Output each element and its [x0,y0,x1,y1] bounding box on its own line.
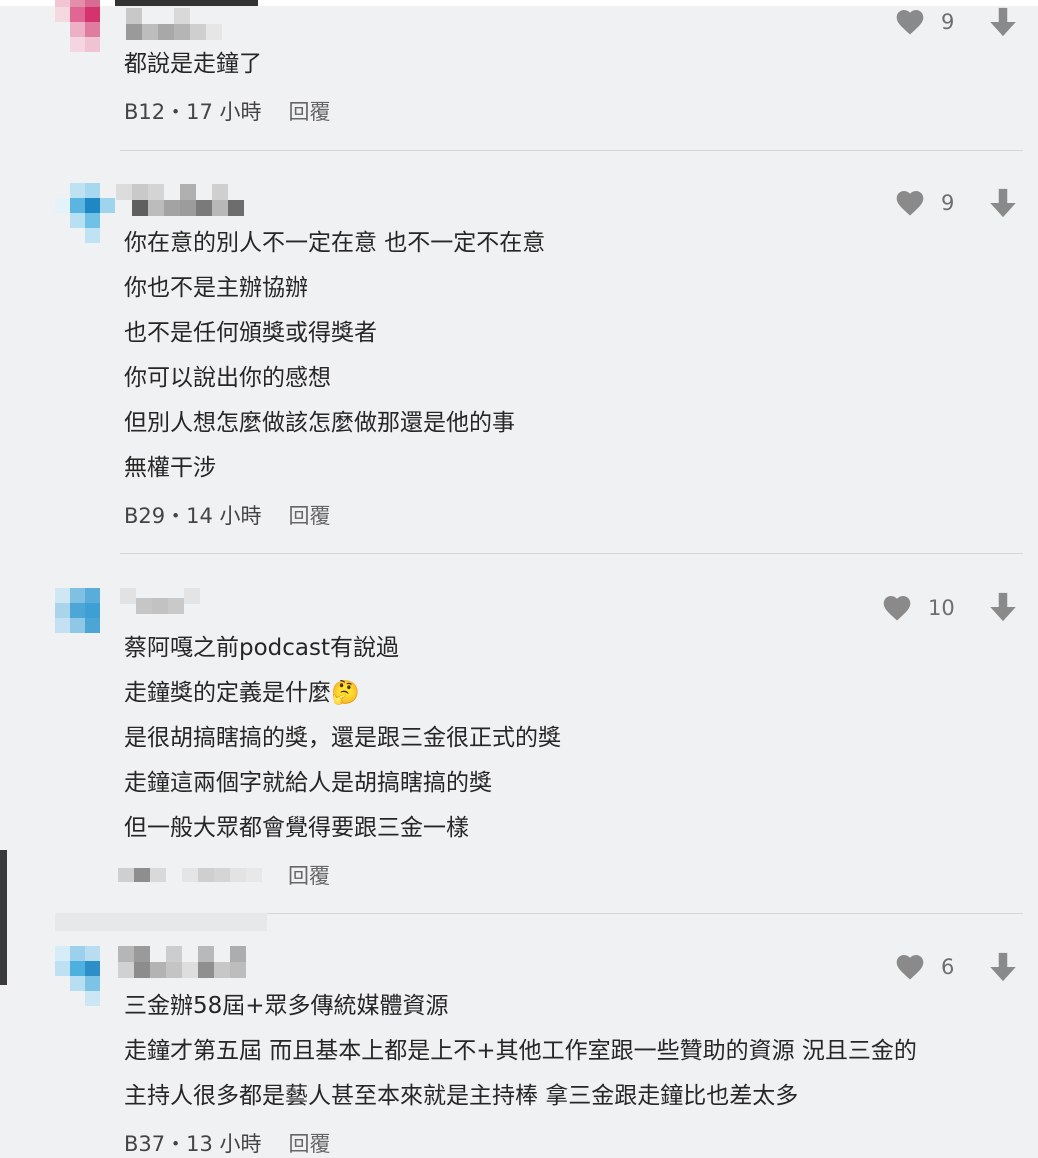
like-count: 10 [928,596,955,620]
comment-meta: B12・17 小時 回覆 [124,96,331,126]
timestamp: B37・13 小時 [124,1132,262,1156]
comment-line: 主持人很多都是藝人甚至本來就是主持棒 拿三金跟走鐘比也差太多 [124,1083,799,1109]
reply-button[interactable]: 回覆 [289,500,331,530]
heart-icon [896,10,924,35]
like-button[interactable]: 6 [893,947,954,987]
comment-line: 走鐘這兩個字就給人是胡搞瞎搞的獎 [124,770,492,796]
divider [120,150,1023,151]
comment-meta: B29・14 小時 回覆 [124,500,331,530]
like-button[interactable]: 10 [880,588,955,628]
comment-line: 但別人想怎麼做該怎麼做那還是他的事 [124,410,515,436]
username-blurred[interactable] [116,588,261,618]
arrow-down-icon[interactable] [986,4,1020,40]
comment-line: 無權干涉 [124,455,216,481]
timestamp: B12・17 小時 [124,100,262,124]
avatar[interactable] [55,183,115,243]
avatar[interactable] [55,946,115,1006]
comment-line: 你也不是主辦協辦 [124,275,308,301]
comment-text: 三金辦58屆+眾多傳統媒體資源 走鐘才第五屆 而且基本上都是上不+其他工作室跟一… [124,984,1024,1119]
arrow-down-icon[interactable] [986,185,1020,221]
like-button[interactable]: 9 [893,183,954,223]
heart-icon [896,191,924,216]
heart-icon [883,596,911,621]
arrow-down-icon[interactable] [986,949,1020,985]
username-blurred[interactable] [116,184,261,216]
timestamp: B29・14 小時 [124,504,262,528]
like-button[interactable]: 9 [893,2,954,42]
comment-line: 你可以說出你的感想 [124,365,331,391]
comment-text: 你在意的別人不一定在意 也不一定不在意 你也不是主辦協辦 也不是任何頒獎或得獎者… [124,221,1024,491]
avatar[interactable] [55,0,115,52]
reply-button[interactable]: 回覆 [289,1128,331,1158]
comment-line: 都說是走鐘了 [124,51,262,77]
divider [120,553,1023,554]
comment-line: 蔡阿嘎之前podcast有說過 [124,635,400,661]
comment-line: 走鐘才第五屆 而且基本上都是上不+其他工作室跟一些贊助的資源 況且三金的 [124,1038,917,1064]
reply-button[interactable]: 回覆 [289,96,331,126]
scroll-indicator [0,850,7,985]
comment-text: 蔡阿嘎之前podcast有說過 走鐘獎的定義是什麼🤔 是很胡搞瞎搞的獎，還是跟三… [124,626,1024,851]
timestamp-blurred [118,868,262,882]
heart-icon [896,955,924,980]
comment-line: 但一般大眾都會覺得要跟三金一樣 [124,815,469,841]
username-blurred[interactable] [116,946,261,978]
like-count: 9 [941,191,955,215]
avatar[interactable] [55,588,115,648]
comment-line: 三金辦58屆+眾多傳統媒體資源 [124,993,449,1019]
username-blurred[interactable] [116,6,261,40]
arrow-down-icon[interactable] [986,589,1020,625]
comment-meta: 回覆 [118,860,330,890]
comment-line: 也不是任何頒獎或得獎者 [124,320,377,346]
like-count: 6 [941,955,955,979]
reply-button[interactable]: 回覆 [288,860,330,890]
comment-meta: B37・13 小時 回覆 [124,1128,331,1158]
comment-line: 是很胡搞瞎搞的獎，還是跟三金很正式的獎 [124,725,561,751]
comment-line: 走鐘獎的定義是什麼🤔 [124,680,360,706]
like-count: 9 [941,10,955,34]
comment-line: 你在意的別人不一定在意 也不一定不在意 [124,230,546,256]
comment-text: 都說是走鐘了 [124,42,1024,87]
blurred-strip [55,913,267,931]
